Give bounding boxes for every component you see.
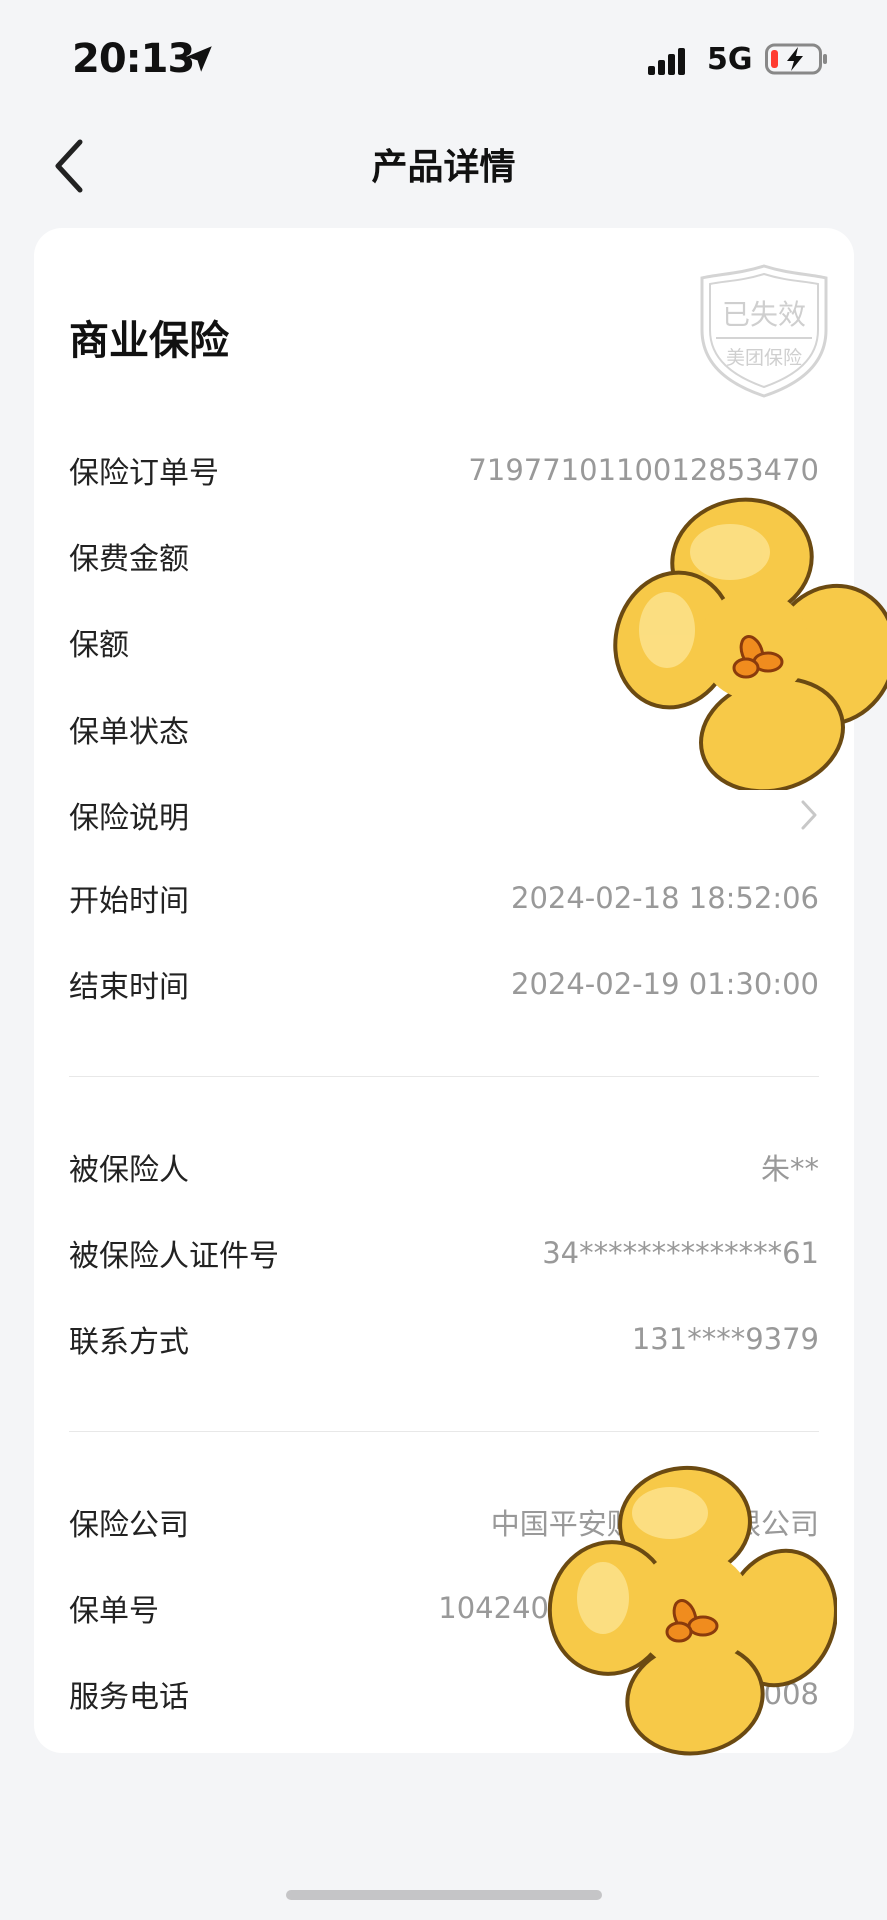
- row-label: 保费金额: [69, 542, 189, 577]
- row-policy-status: 保单状态 保: [69, 694, 819, 764]
- row-order-number: 保险订单号 7197710110012853470: [69, 435, 819, 505]
- row-premium-amount: 保费金额: [69, 521, 819, 591]
- row-value: 34**************61: [542, 1236, 819, 1270]
- row-insured-id-number: 被保险人证件号 34**************61: [69, 1218, 819, 1288]
- row-value: 2024-02-19 01:30:00: [511, 967, 819, 1001]
- row-label: 服务电话: [69, 1680, 189, 1715]
- row-value: 40 008: [717, 1677, 819, 1711]
- row-label: 结束时间: [69, 970, 189, 1005]
- row-label: 保额: [69, 628, 129, 663]
- stamp-status-text: 已失效: [722, 298, 806, 331]
- row-value: 7197710110012853470: [468, 453, 819, 487]
- row-insurance-company: 保险公司 中国平安财产保险 限公司: [69, 1487, 819, 1557]
- row-coverage-amount: 保额: [69, 607, 819, 677]
- product-detail-card: 商业保险 已失效 美团保险 保险订单号 7197710110012853470 …: [34, 228, 854, 1753]
- row-label: 被保险人证件号: [69, 1239, 279, 1274]
- row-label: 保险说明: [69, 801, 189, 836]
- row-value: 中国平安财产保险 限公司: [490, 1507, 819, 1541]
- row-end-time: 结束时间 2024-02-19 01:30:00: [69, 949, 819, 1019]
- row-insurance-description[interactable]: 保险说明: [69, 780, 819, 850]
- row-value: 朱**: [760, 1152, 819, 1186]
- row-contact: 联系方式 131****9379: [69, 1304, 819, 1374]
- row-value: 2024-02-18 18:52:06: [511, 881, 819, 915]
- row-label: 保单状态: [69, 715, 189, 750]
- card-title: 商业保险: [69, 318, 229, 364]
- row-label: 保险公司: [69, 1508, 189, 1543]
- row-label: 开始时间: [69, 884, 189, 919]
- row-insured-person: 被保险人 朱**: [69, 1132, 819, 1202]
- chevron-right-icon: [801, 800, 817, 830]
- status-time: 20:13: [72, 36, 195, 82]
- status-bar: 20:13 5G: [0, 0, 887, 120]
- row-label: 保单号: [69, 1594, 159, 1629]
- expired-stamp-icon: 已失效 美团保险: [700, 264, 828, 398]
- network-type: 5G: [707, 42, 753, 77]
- row-label: 保险订单号: [69, 456, 219, 491]
- section-divider: [69, 1076, 819, 1077]
- location-arrow-icon: [186, 46, 212, 72]
- row-service-phone[interactable]: 服务电话 40 008: [69, 1659, 819, 1729]
- row-value: 131****9379: [631, 1322, 819, 1356]
- section-divider: [69, 1431, 819, 1432]
- battery-charging-icon: [765, 43, 827, 75]
- nav-bar: 产品详情: [0, 120, 887, 230]
- row-policy-number: 保单号 104240: [69, 1573, 819, 1643]
- row-label: 被保险人: [69, 1153, 189, 1188]
- signal-strength-icon: [648, 48, 685, 75]
- home-indicator[interactable]: [286, 1890, 602, 1900]
- row-start-time: 开始时间 2024-02-18 18:52:06: [69, 863, 819, 933]
- row-value: 104240: [438, 1591, 549, 1625]
- stamp-brand-text: 美团保险: [726, 347, 802, 369]
- row-label: 联系方式: [69, 1325, 189, 1360]
- page-title: 产品详情: [371, 147, 516, 188]
- row-value: 保: [729, 714, 759, 748]
